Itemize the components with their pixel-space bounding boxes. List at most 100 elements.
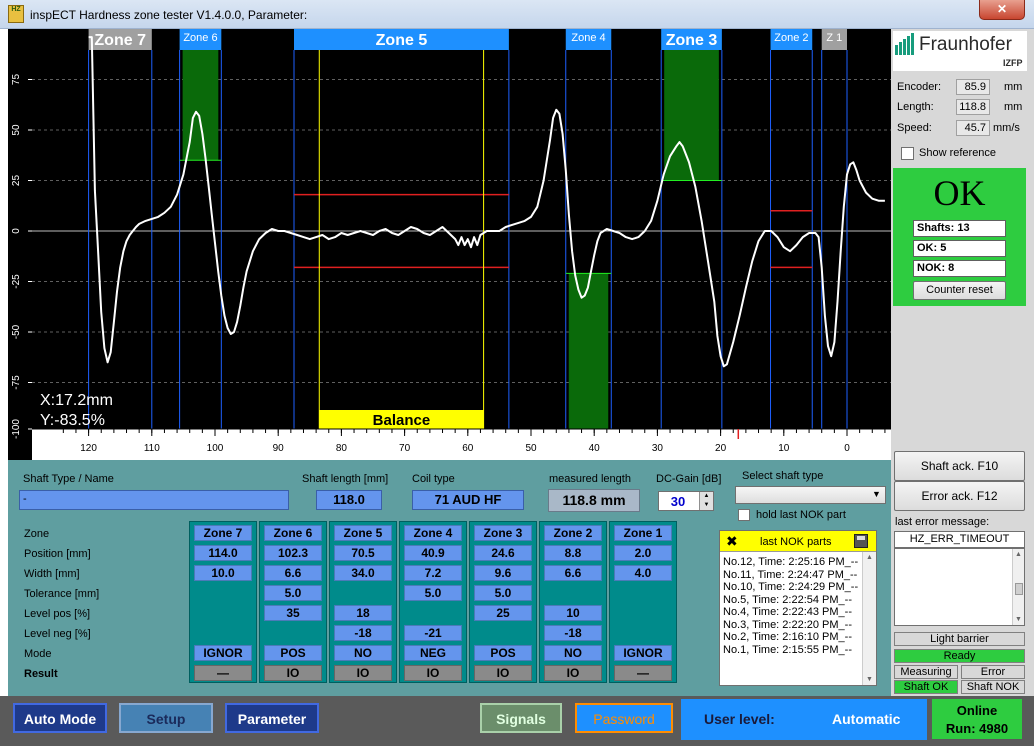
nok-part-item[interactable]: No.1, Time: 2:15:55 PM_-- [723,644,863,657]
speed-unit: mm/s [993,122,1020,134]
zone-level-pos-cell[interactable]: 35 [264,605,322,621]
tools-icon[interactable]: ✖ [726,533,738,550]
dc-gain-up-icon[interactable]: ▲ [699,492,713,501]
zone-position-cell[interactable]: 40.9 [404,545,462,561]
shaft-type-input[interactable]: - [19,490,289,510]
close-button[interactable]: ✕ [979,0,1025,20]
signals-button[interactable]: Signals [480,703,562,733]
zone-result-cell: IO [474,665,532,681]
nok-part-item[interactable]: No.5, Time: 2:22:54 PM_-- [723,594,863,607]
zone-width-cell[interactable]: 6.6 [544,565,602,581]
encoder-label: Encoder: [897,81,942,93]
shaft-length-label: Shaft length [mm] [302,473,389,485]
zone-tolerance-cell[interactable]: 5.0 [404,585,462,601]
nok-part-item[interactable]: No.10, Time: 2:24:29 PM_-- [723,581,863,594]
zone-position-cell[interactable]: 70.5 [334,545,392,561]
zone-mode-cell[interactable]: NEG [404,645,462,661]
shaft-type-select[interactable]: ▼ [735,486,886,504]
zone-row-label: Level pos [%] [24,608,91,620]
zone-width-cell[interactable]: 10.0 [194,565,252,581]
zone-mode-cell[interactable]: NO [544,645,602,661]
coil-type-label: Coil type [412,473,455,485]
zone-tolerance-cell[interactable]: 5.0 [264,585,322,601]
zone-header-label: Zone 6 [183,32,217,44]
show-reference-checkbox[interactable] [901,147,914,160]
zone-position-cell[interactable]: 2.0 [614,545,672,561]
zone-result-cell: IO [544,665,602,681]
zone-header-label: Z 1 [826,32,842,44]
zone-position-cell[interactable]: 24.6 [474,545,532,561]
shaft-ack-button[interactable]: Shaft ack. F10 [894,451,1025,481]
nok-part-item[interactable]: No.12, Time: 2:25:16 PM_-- [723,556,863,569]
x-tick-label: 0 [844,443,850,454]
nok-list-scrollbar[interactable]: ▲ ▼ [862,552,876,685]
zone-width-cell[interactable]: 34.0 [334,565,392,581]
error-scrollbar[interactable]: ▲ ▼ [1012,549,1024,625]
setup-button[interactable]: Setup [119,703,213,733]
zone-position-cell[interactable]: 102.3 [264,545,322,561]
zone-row-label: Level neg [%] [24,628,91,640]
online-status: Online Run: 4980 [932,699,1022,739]
save-icon[interactable] [854,534,868,548]
zone-level-neg-cell[interactable]: -18 [544,625,602,641]
zone-width-cell[interactable]: 4.0 [614,565,672,581]
dc-gain-down-icon[interactable]: ▼ [699,501,713,510]
dc-gain-stepper[interactable]: 30 ▲ ▼ [658,491,714,511]
logo-text: Fraunhofer [919,34,1012,55]
dc-gain-value: 30 [670,494,686,509]
zone-mode-cell[interactable]: POS [474,645,532,661]
length-value: 118.8 [956,99,990,115]
zone-result-cell: IO [264,665,322,681]
nok-parts-list: No.12, Time: 2:25:16 PM_-- No.11, Time: 2… [723,556,863,656]
zone-column-4: Zone 4 40.9 7.2 5.0 -21 NEG IO [399,521,467,683]
parameter-button[interactable]: Parameter [225,703,319,733]
x-tick-label: 20 [715,443,727,454]
hold-nok-checkbox[interactable] [738,509,750,521]
nok-parts-panel: ✖ last NOK parts No.12, Time: 2:25:16 PM… [719,530,877,686]
ok-count: OK: 5 [913,240,1006,257]
zone-width-cell[interactable]: 7.2 [404,565,462,581]
zone-column-3: Zone 3 24.6 9.6 5.0 25 POS IO [469,521,537,683]
zone-row-label: Tolerance [mm] [24,588,100,600]
zone-column-1: Zone 1 2.0 4.0 IGNOR — [609,521,677,683]
zone-level-pos-cell[interactable]: 25 [474,605,532,621]
zone-level-pos-cell[interactable]: 10 [544,605,602,621]
y-tick-label: 75 [11,74,22,86]
zone-position-cell[interactable]: 114.0 [194,545,252,561]
error-ack-button[interactable]: Error ack. F12 [894,481,1025,511]
user-level-label: User level: [704,711,775,727]
zone-level-neg-cell[interactable]: -21 [404,625,462,641]
password-button[interactable]: Password [575,703,673,733]
zone-mode-cell[interactable]: NO [334,645,392,661]
zone-column-2: Zone 2 8.8 6.6 10 -18 NO IO [539,521,607,683]
window-title: inspECT Hardness zone tester V1.4.0.0, P… [30,8,308,22]
auto-mode-button[interactable]: Auto Mode [13,703,107,733]
zone-row-label: Mode [24,648,52,660]
zone-width-cell[interactable]: 6.6 [264,565,322,581]
y-tick-label: -75 [11,375,22,390]
zone-level-neg-cell[interactable]: -18 [334,625,392,641]
zone-tolerance-cell[interactable]: 5.0 [474,585,532,601]
zone-mode-cell[interactable]: POS [264,645,322,661]
online-label: Online [956,703,998,718]
zone-name-cell: Zone 7 [194,525,252,541]
speed-value: 45.7 [956,120,990,136]
nok-part-item[interactable]: No.4, Time: 2:22:43 PM_-- [723,606,863,619]
nok-part-item[interactable]: No.3, Time: 2:22:20 PM_-- [723,619,863,632]
zone-width-cell[interactable]: 9.6 [474,565,532,581]
zone-name-cell: Zone 1 [614,525,672,541]
counter-reset-button[interactable]: Counter reset [913,281,1006,300]
encoder-unit: mm [1004,81,1023,93]
signal-plot[interactable]: Zone 7 Zone 6 Zone 5 Zone 4 Zone 3 Zone 2 Z 1 B… [8,29,891,460]
nok-part-item[interactable]: No.11, Time: 2:24:47 PM_-- [723,569,863,582]
zone-mode-cell[interactable]: IGNOR [194,645,252,661]
zone-mode-cell[interactable]: IGNOR [614,645,672,661]
zone-level-pos-cell[interactable]: 18 [334,605,392,621]
zone-column-7: Zone 7 114.0 10.0 IGNOR — [189,521,257,683]
logo-subtext: IZFP [1003,58,1023,68]
nok-part-item[interactable]: No.2, Time: 2:16:10 PM_-- [723,631,863,644]
zone-position-cell[interactable]: 8.8 [544,545,602,561]
error-message-area[interactable]: ▲ ▼ [894,548,1025,626]
zone-name-cell: Zone 5 [334,525,392,541]
zone-name-cell: Zone 2 [544,525,602,541]
